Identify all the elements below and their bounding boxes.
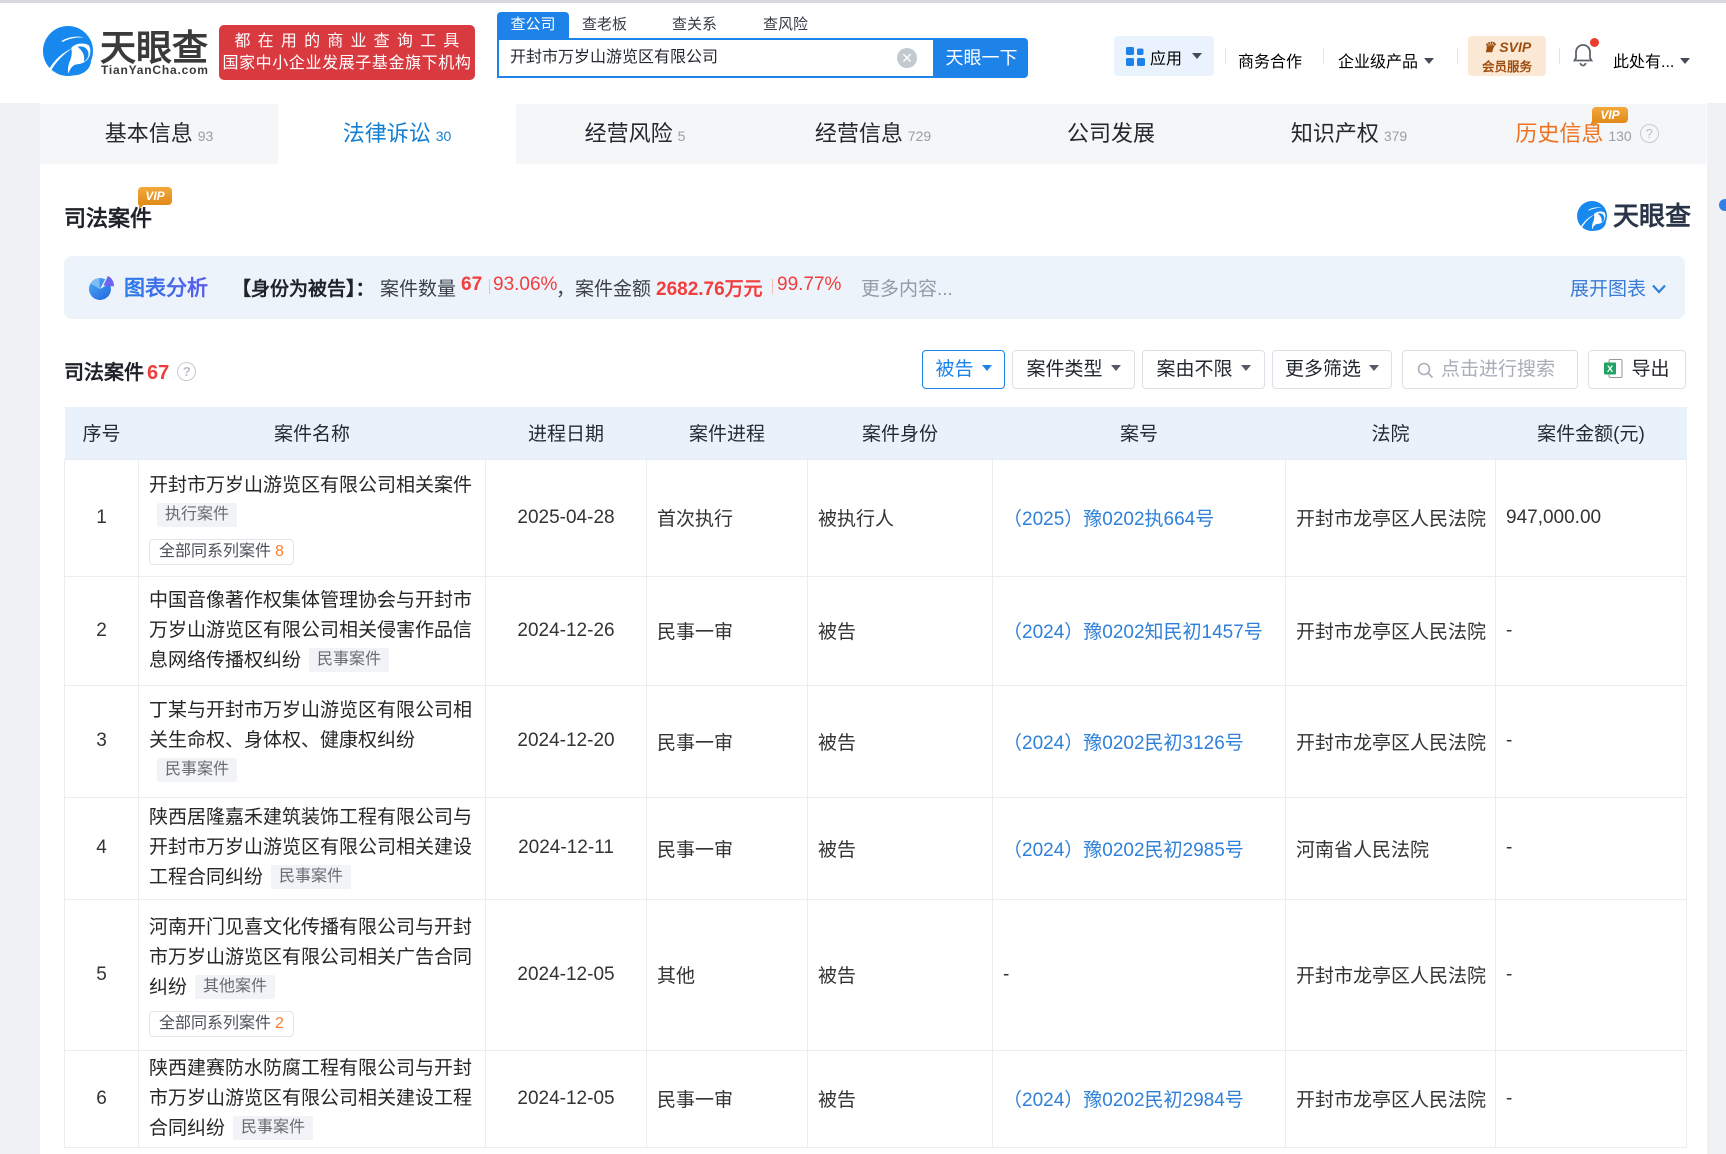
svg-text:X: X [1607,364,1614,375]
